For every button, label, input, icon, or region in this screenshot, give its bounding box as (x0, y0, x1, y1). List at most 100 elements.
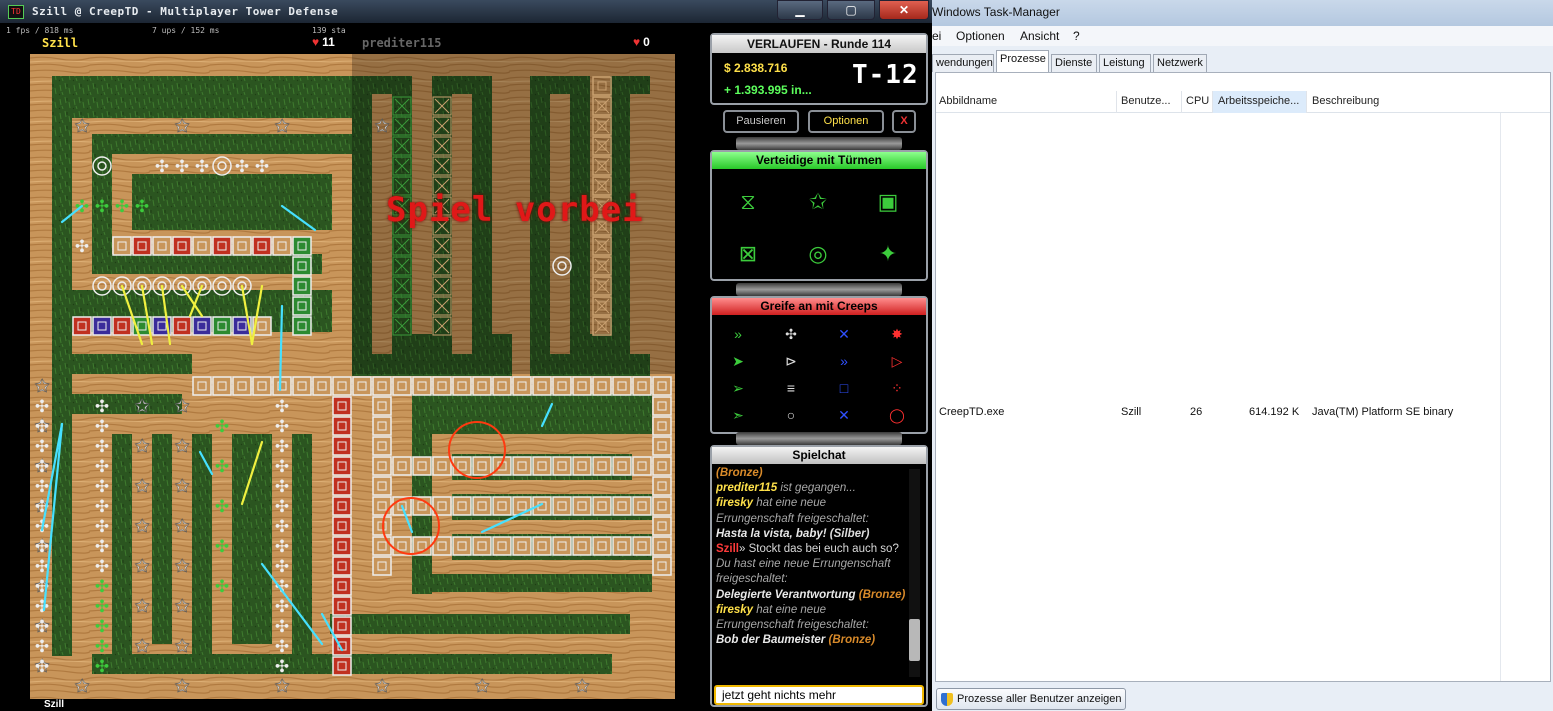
creep-button-3[interactable]: ✸ (877, 322, 917, 346)
star-tower: ✩ (274, 676, 289, 697)
creep-button-11[interactable]: ⁘ (877, 376, 917, 400)
box-tower (572, 456, 592, 476)
col-separator[interactable] (1181, 91, 1182, 113)
window-title: Szill @ CreepTD - Multiplayer Tower Defe… (32, 5, 339, 18)
box-tower (512, 536, 532, 556)
chat-box: Spielchat (Bronze) prediter115 ist gegang… (710, 445, 928, 707)
col-memory[interactable]: Arbeitsspeiche... (1213, 91, 1306, 113)
spark-tower-icon[interactable]: ✦ (868, 234, 908, 274)
cross-tower: ✣ (95, 397, 109, 417)
tm-title-bar[interactable]: Windows Task-Manager (932, 0, 1553, 26)
star-tower: ✩ (134, 556, 149, 577)
col-image-name[interactable]: Abbildname (939, 95, 1109, 107)
box-tower (492, 496, 512, 516)
show-all-processes-button[interactable]: Prozesse aller Benutzer anzeigen (936, 688, 1127, 710)
cross-tower: ✣ (35, 457, 49, 477)
chat-input[interactable]: jetzt geht nichts mehr (714, 685, 924, 705)
creep-button-12[interactable]: ➣ (718, 403, 758, 427)
box-tower (372, 556, 392, 576)
title-bar[interactable]: TD Szill @ CreepTD - Multiplayer Tower D… (0, 0, 932, 24)
map-canvas[interactable]: ✩ ✩ ✩✩ ✩ ✩ ✩ ✩ ✩✩✩✩✩✩✩✩✩✩✣ ✣ ✣✣✣ ✣ ✣ ✣ ✣✣ ✣ ✣✣ ✣ ✣✣ ✣ ✣✣ ✣ ✣✣… (30, 54, 675, 699)
box-tower (212, 236, 232, 256)
col-description[interactable]: Beschreibung (1312, 95, 1492, 107)
box-tower (512, 456, 532, 476)
cross-tower: ✣ (95, 437, 109, 457)
tab-performance[interactable]: Leistung (1099, 54, 1151, 72)
box-tower (332, 396, 352, 416)
box-tower (612, 456, 632, 476)
box-tower (132, 236, 152, 256)
round-title: VERLAUFEN - Runde 114 (712, 35, 926, 53)
close-button[interactable]: ✕ (879, 0, 929, 20)
game-map[interactable]: ✩ ✩ ✩ ✩ ✩ ✩ ✩ ✩ ✩ ✩ ✩ ✩ ✩ ✩ ✩ ✩ ✩ ✩ ✣ ✣ ✣ ✣ ✣ ✣ ✣ ✣ ✣ ✣ ✣ ✣ ✣ ✣ ✣ ✣ ✣ ✣ ✣ ✣ ✣ ✣… (30, 54, 675, 699)
options-button[interactable]: Optionen (808, 110, 884, 133)
hourglass-tower-icon[interactable]: ⧖ (728, 182, 768, 222)
col-cpu[interactable]: CPU (1186, 95, 1212, 107)
tm-menu-options[interactable]: Optionen (956, 29, 1005, 43)
box-tower (532, 456, 552, 476)
box-tower (292, 236, 312, 256)
quit-button[interactable]: X (892, 110, 916, 133)
ring-tower-icon[interactable]: ◎ (798, 234, 838, 274)
box-tower (212, 316, 232, 336)
star-tower: ✩ (374, 116, 389, 137)
creep-button-10[interactable]: □ (824, 376, 864, 400)
box-tower (472, 496, 492, 516)
creep-button-2[interactable]: ✕ (824, 322, 864, 346)
minimize-button[interactable]: ▁ (777, 0, 823, 20)
creep-button-9[interactable]: ≡ (771, 376, 811, 400)
tab-processes[interactable]: Prozesse (996, 50, 1049, 72)
box-tower (332, 616, 352, 636)
side-panel: VERLAUFEN - Runde 114 $ 2.838.716 + 1.39… (706, 24, 932, 711)
tm-menu-help[interactable]: ? (1073, 29, 1080, 43)
col-separator[interactable] (1306, 91, 1307, 113)
box-tower (312, 376, 332, 396)
creep-button-15[interactable]: ◯ (877, 403, 917, 427)
table-row[interactable]: CreepTD.exe Szill 26 614.192 K Java(TM) … (936, 406, 1550, 424)
creep-button-8[interactable]: ➢ (718, 376, 758, 400)
box-tower (452, 496, 472, 516)
creep-button-14[interactable]: ✕ (824, 403, 864, 427)
box-tower (452, 376, 472, 396)
cross-tower: ✣ (35, 597, 49, 617)
cross-tower: ✣ (215, 497, 229, 517)
creep-button-13[interactable]: ○ (771, 403, 811, 427)
tm-menu-file[interactable]: ei (932, 29, 941, 43)
col-separator[interactable] (1116, 91, 1117, 113)
pause-button[interactable]: Pausieren (723, 110, 799, 133)
square-tower-icon[interactable]: ▣ (868, 182, 908, 222)
box-tower (492, 376, 512, 396)
box-tower (452, 456, 472, 476)
maximize-button[interactable]: ▢ (827, 0, 875, 20)
tab-network[interactable]: Netzwerk (1153, 54, 1207, 72)
creep-button-0[interactable]: » (718, 322, 758, 346)
box-tower (332, 496, 352, 516)
process-table[interactable]: Abbildname Benutze... CPU Arbeitsspeiche… (935, 72, 1551, 682)
cross-tower: ✣ (275, 397, 289, 417)
creep-button-7[interactable]: ▷ (877, 349, 917, 373)
tab-applications[interactable]: wendungen (932, 54, 994, 72)
creep-button-4[interactable]: ➤ (718, 349, 758, 373)
player-left-name: Szill (42, 36, 79, 50)
tab-services[interactable]: Dienste (1051, 54, 1097, 72)
creep-button-6[interactable]: » (824, 349, 864, 373)
col-user[interactable]: Benutze... (1121, 95, 1179, 107)
box-tower (492, 456, 512, 476)
star-tower: ✩ (134, 476, 149, 497)
cross-box-tower-icon[interactable]: ⊠ (728, 234, 768, 274)
cross-tower: ✣ (35, 537, 49, 557)
chat-scrollbar[interactable] (909, 469, 920, 677)
box-tower (632, 456, 652, 476)
chat-scroll-thumb[interactable] (909, 619, 920, 661)
tm-menu-view[interactable]: Ansicht (1020, 29, 1059, 43)
task-manager-window: Windows Task-Manager ei Optionen Ansicht… (932, 0, 1553, 711)
star-tower-icon[interactable]: ✩ (798, 182, 838, 222)
chat-achievement: Hasta la vista, baby! (716, 527, 827, 540)
creep-button-1[interactable]: ✣ (771, 322, 811, 346)
creep-button-5[interactable]: ⊳ (771, 349, 811, 373)
star-tower: ✩ (174, 636, 189, 657)
cross-tower: ✣ (135, 197, 149, 217)
box-tower (232, 376, 252, 396)
box-tower (372, 476, 392, 496)
box-tower (352, 376, 372, 396)
